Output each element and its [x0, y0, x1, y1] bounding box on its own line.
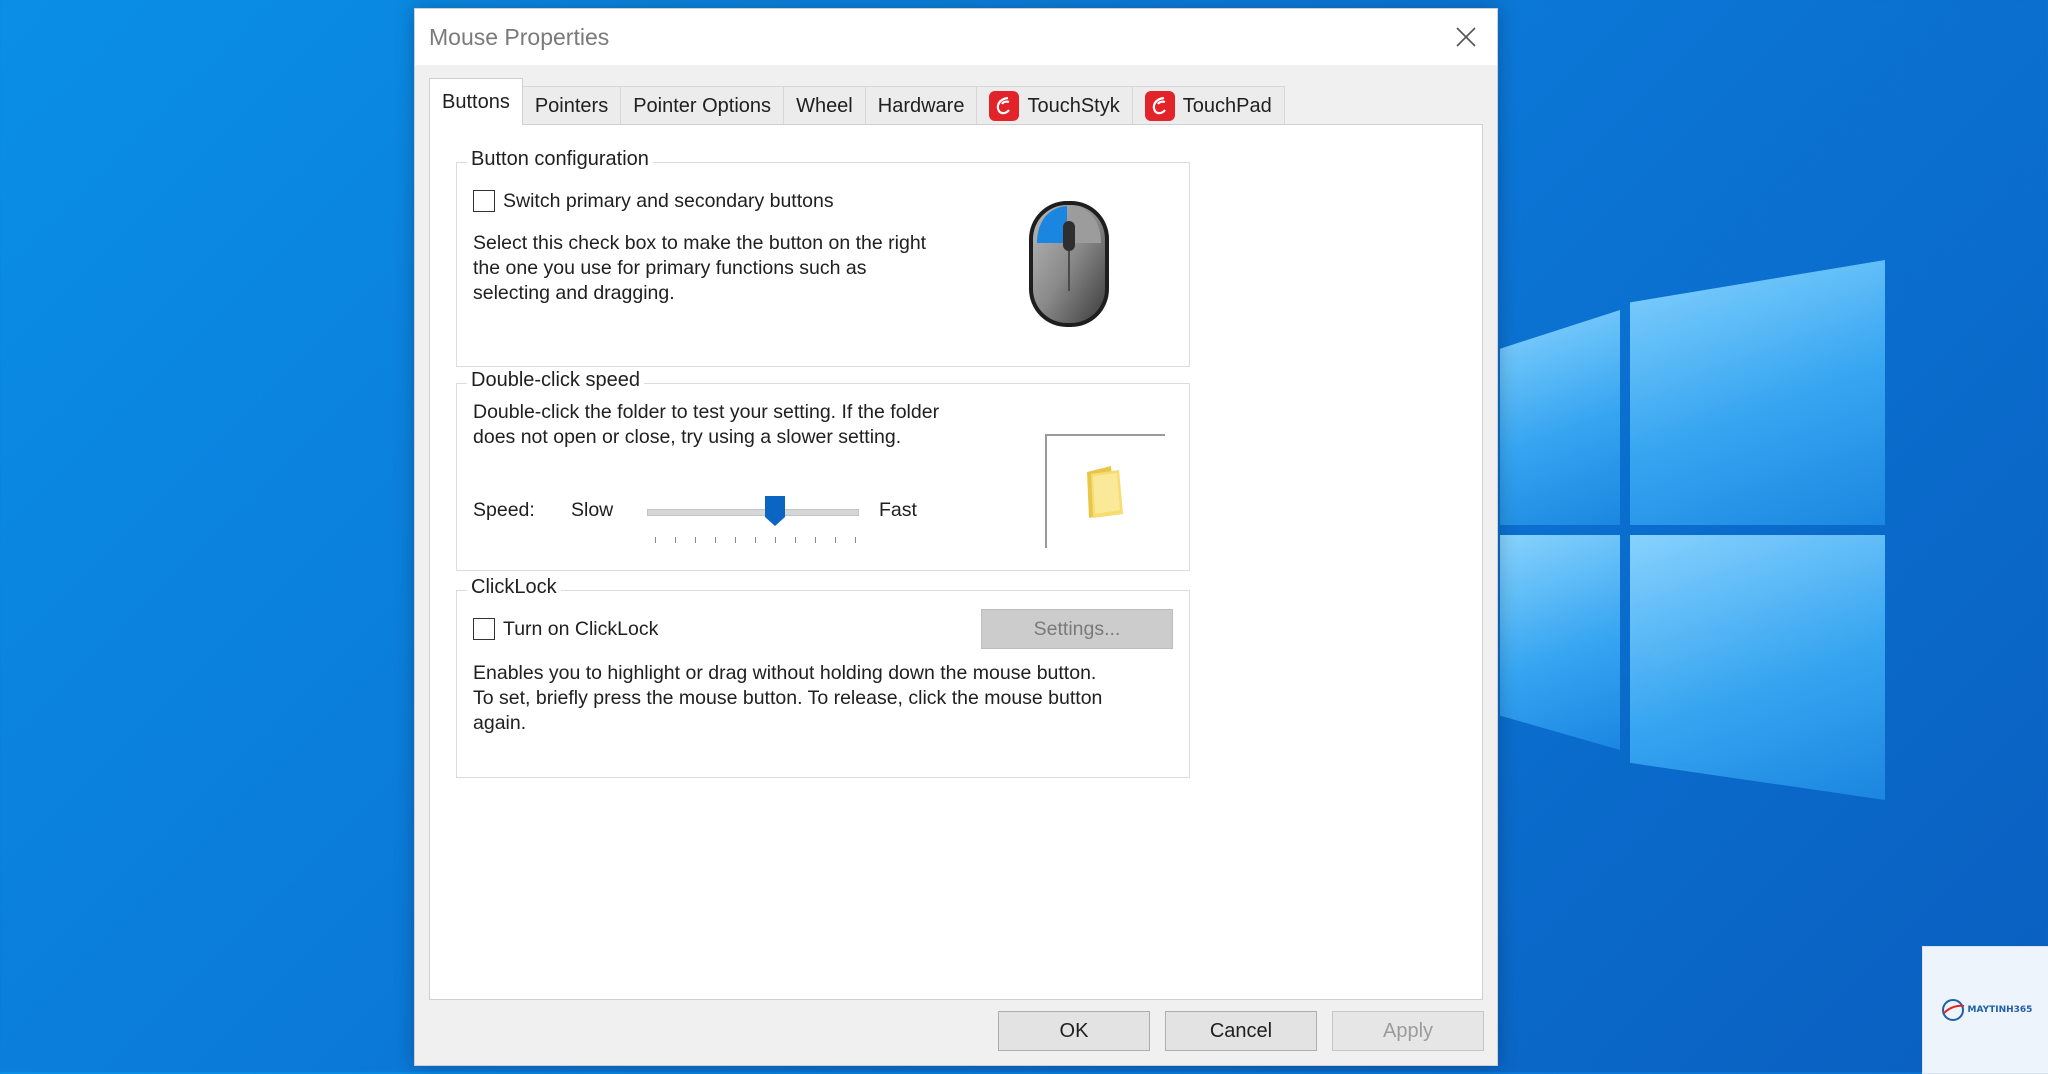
windows-logo-pane — [1500, 310, 1620, 525]
apply-button[interactable]: Apply — [1332, 1011, 1484, 1051]
slider-thumb[interactable] — [765, 496, 785, 526]
description-line: Double-click the folder to test your set… — [473, 401, 940, 423]
description-line: again. — [473, 712, 527, 734]
clicklock-checkbox[interactable] — [473, 618, 495, 640]
tab-strip: Buttons Pointers Pointer Options Wheel H… — [429, 78, 1285, 125]
slider-tick — [715, 537, 716, 543]
watermark-logo: MAYTINH365 — [1922, 946, 2048, 1074]
slider-tick — [735, 537, 736, 543]
window-title: Mouse Properties — [429, 24, 610, 50]
close-button[interactable] — [1445, 17, 1487, 57]
clicklock-group: ClickLock Turn on ClickLock Settings... … — [456, 576, 1190, 778]
tab-pointers[interactable]: Pointers — [521, 86, 622, 125]
cancel-button[interactable]: Cancel — [1165, 1011, 1317, 1051]
tab-label: Pointers — [534, 94, 609, 117]
double-click-speed-group: Double-click speed Double-click the fold… — [456, 369, 1190, 571]
clicklock-settings-button[interactable]: Settings... — [981, 609, 1173, 649]
watermark-globe-icon — [1941, 999, 1964, 1021]
tab-touchpad[interactable]: TouchPad — [1131, 86, 1285, 125]
fast-label: Fast — [879, 499, 917, 521]
double-click-speed-slider[interactable] — [647, 509, 859, 516]
windows-logo-pane — [1630, 535, 1885, 800]
slider-tick — [695, 537, 696, 543]
description-line: selecting and dragging. — [473, 282, 675, 304]
tab-label: Buttons — [442, 90, 510, 113]
switch-buttons-label[interactable]: Switch primary and secondary buttons — [503, 189, 834, 214]
slider-tick — [815, 537, 816, 543]
tab-touchstyk[interactable]: TouchStyk — [976, 86, 1133, 125]
tab-hardware[interactable]: Hardware — [864, 86, 978, 125]
tab-pointer-options[interactable]: Pointer Options — [620, 86, 785, 125]
description-line: To set, briefly press the mouse button. … — [473, 687, 1103, 709]
buttons-tab-panel: Button configuration Switch primary and … — [429, 124, 1483, 1000]
switch-buttons-checkbox[interactable] — [473, 190, 495, 212]
windows-logo-wallpaper — [1480, 250, 1900, 810]
tab-label: Wheel — [796, 94, 853, 117]
title-bar[interactable]: Mouse Properties — [415, 9, 1497, 65]
group-label: Button configuration — [467, 148, 653, 171]
tab-label: TouchStyk — [1027, 94, 1120, 117]
close-icon — [1456, 27, 1476, 47]
group-label: Double-click speed — [467, 369, 644, 392]
tab-wheel[interactable]: Wheel — [783, 86, 866, 125]
slider-tick — [795, 537, 796, 543]
synaptics-logo-icon — [1144, 91, 1175, 121]
watermark-text: MAYTINH365 — [1967, 1005, 2033, 1015]
description-line: Enables you to highlight or drag without… — [473, 662, 1097, 684]
windows-logo-pane — [1630, 260, 1885, 525]
slider-ticks — [655, 537, 856, 543]
ok-button[interactable]: OK — [998, 1011, 1150, 1051]
slider-tick — [835, 537, 836, 543]
tab-buttons[interactable]: Buttons — [429, 78, 523, 125]
slider-tick — [675, 537, 676, 543]
description-line: Select this check box to make the button… — [473, 232, 927, 254]
slider-tick — [755, 537, 756, 543]
speed-label: Speed: — [473, 499, 535, 521]
clicklock-label[interactable]: Turn on ClickLock — [503, 617, 658, 642]
double-click-test-area[interactable] — [1045, 434, 1165, 548]
tab-label: TouchPad — [1182, 94, 1272, 117]
slow-label: Slow — [571, 499, 614, 521]
description-line: the one you use for primary functions su… — [473, 257, 867, 279]
synaptics-logo-icon — [989, 91, 1020, 121]
mouse-properties-dialog: Mouse Properties Buttons Pointers Pointe… — [414, 8, 1498, 1066]
slider-tick — [775, 537, 776, 543]
button-configuration-group: Button configuration Switch primary and … — [456, 148, 1190, 367]
description-line: does not open or close, try using a slow… — [473, 426, 902, 448]
windows-logo-pane — [1500, 535, 1620, 750]
slider-tick — [855, 537, 856, 543]
mouse-icon — [1029, 201, 1109, 327]
tab-label: Hardware — [877, 94, 965, 117]
folder-icon — [1087, 466, 1123, 518]
tab-label: Pointer Options — [633, 94, 772, 117]
group-label: ClickLock — [467, 576, 561, 599]
slider-tick — [655, 537, 656, 543]
